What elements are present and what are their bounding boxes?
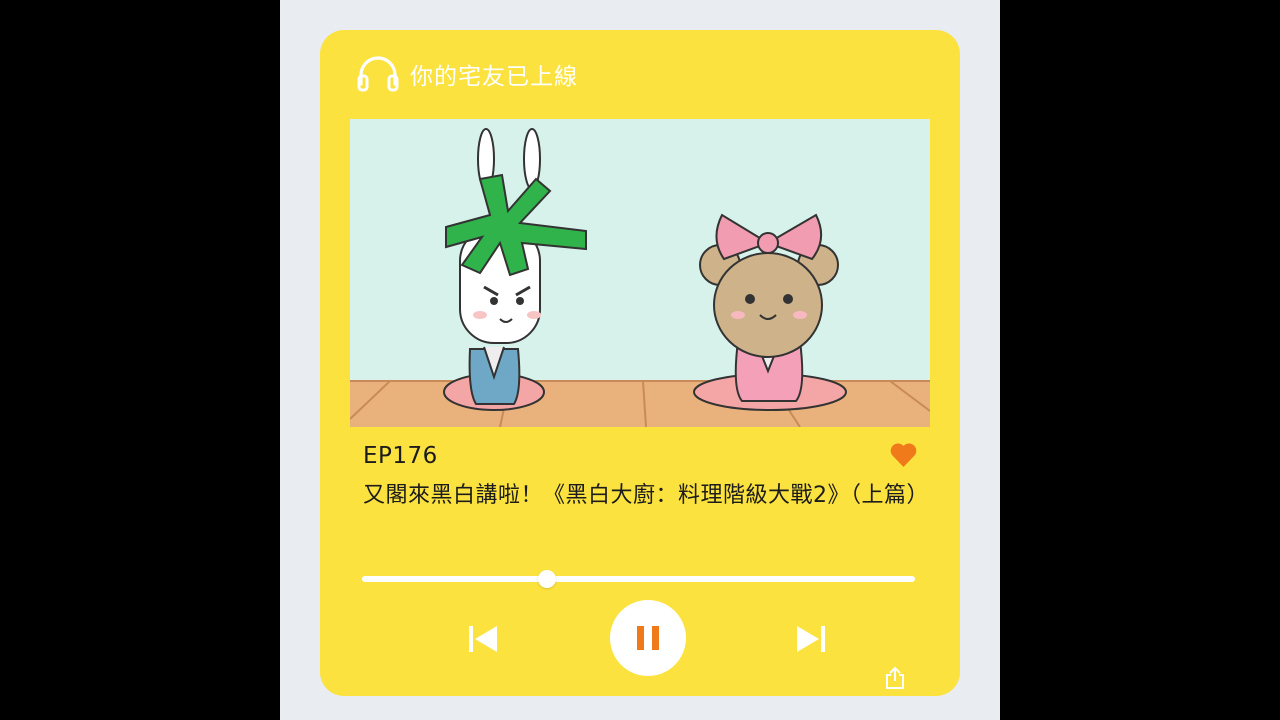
podcast-title: 你的宅友已上線 (410, 64, 578, 90)
player-card: 你的宅友已上線 EP176 又閣來黑白講啦！《黑白大廚：料理階級大戰2》（上篇） (320, 30, 960, 696)
previous-icon (469, 626, 497, 652)
progress-fill (362, 576, 548, 582)
artwork-illustration (350, 119, 930, 427)
heart-icon[interactable] (890, 442, 917, 468)
player-panel: 你的宅友已上線 EP176 又閣來黑白講啦！《黑白大廚：料理階級大戰2》（上篇） (280, 0, 1000, 720)
next-button[interactable] (794, 622, 828, 656)
progress-bar[interactable] (362, 570, 915, 588)
header: 你的宅友已上線 (356, 56, 578, 92)
episode-artwork (350, 119, 930, 427)
episode-number: EP176 (363, 443, 438, 469)
headphones-icon (357, 56, 399, 92)
share-button[interactable] (884, 666, 906, 690)
pause-icon (637, 626, 659, 650)
share-icon (886, 666, 904, 689)
episode-title: 又閣來黑白講啦！《黑白大廚：料理階級大戰2》（上篇） (363, 483, 929, 508)
previous-button[interactable] (466, 622, 500, 656)
progress-handle[interactable] (538, 570, 557, 588)
pause-button[interactable] (610, 600, 686, 676)
next-icon (797, 626, 825, 652)
